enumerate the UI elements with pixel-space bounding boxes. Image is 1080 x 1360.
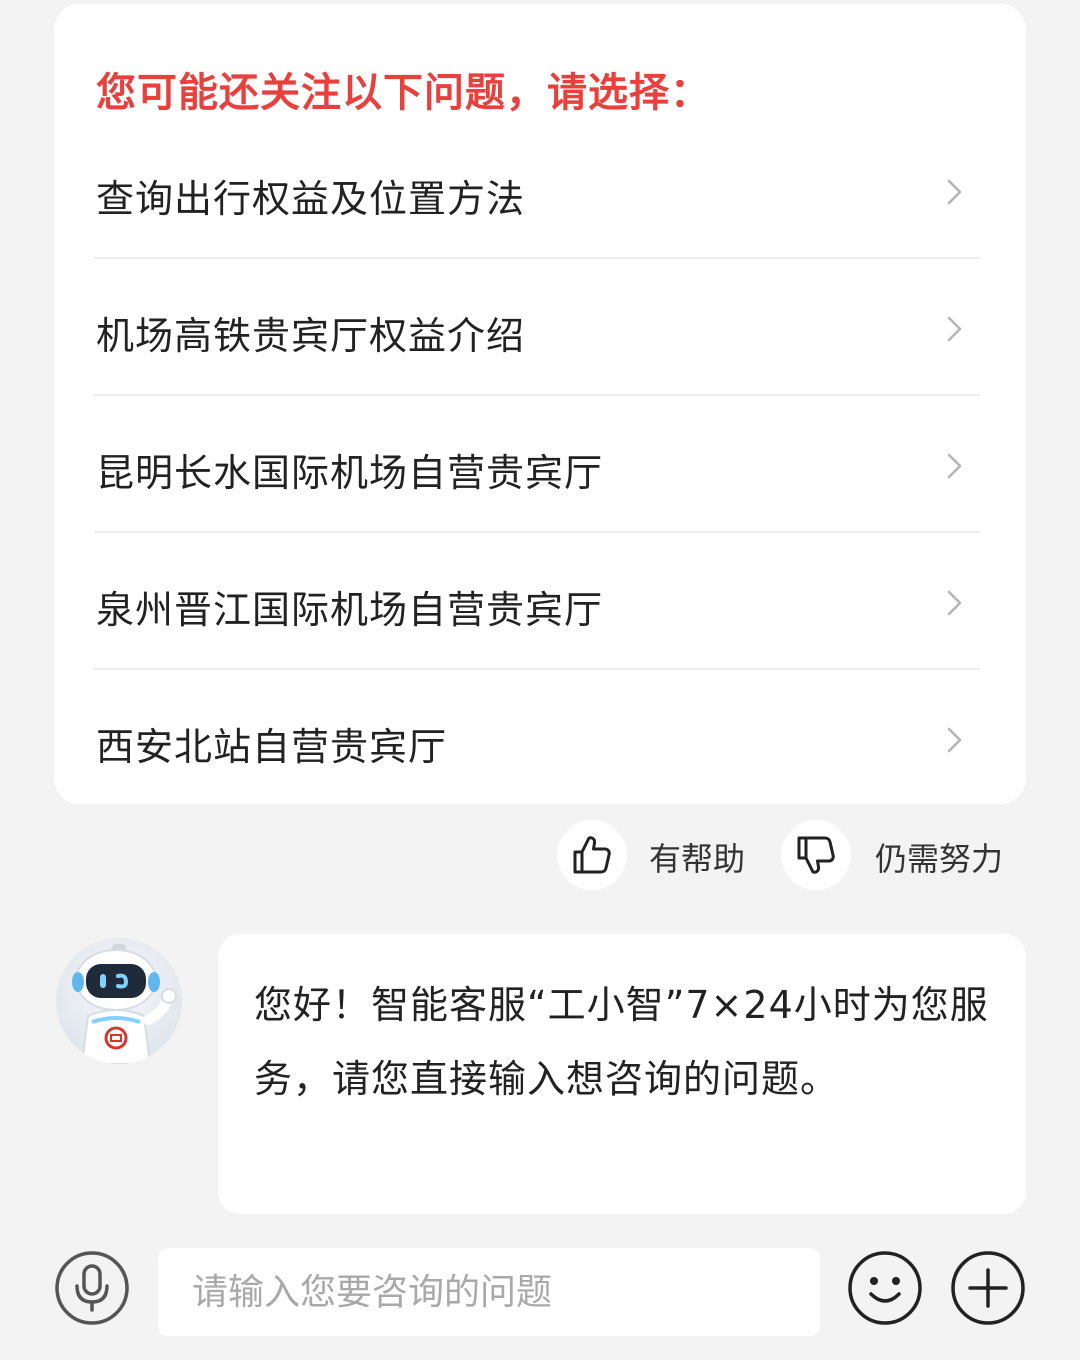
suggestion-item[interactable]: 西安北站自营贵宾厅 (94, 670, 980, 807)
bot-message-bubble: 您好！智能客服“工小智”7×24小时为您服务，请您直接输入想咨询的问题。 (218, 934, 1026, 1214)
suggestion-item[interactable]: 查询出行权益及位置方法 (94, 122, 980, 259)
voice-input-button[interactable] (54, 1250, 130, 1326)
suggestion-label: 查询出行权益及位置方法 (96, 177, 526, 221)
suggestion-item[interactable]: 昆明长水国际机场自营贵宾厅 (94, 396, 980, 533)
suggestion-item[interactable]: 泉州晋江国际机场自营贵宾厅 (94, 533, 980, 670)
microphone-icon (55, 1251, 129, 1325)
thumbs-down-icon (797, 836, 835, 874)
thumbs-down-button[interactable] (781, 820, 851, 890)
chevron-right-icon (947, 590, 962, 616)
suggestion-label: 泉州晋江国际机场自营贵宾厅 (96, 588, 604, 632)
bot-avatar (56, 938, 182, 1064)
suggestion-label: 昆明长水国际机场自营贵宾厅 (96, 451, 604, 495)
suggestion-label: 西安北站自营贵宾厅 (96, 725, 448, 769)
chat-page: 您可能还关注以下问题，请选择： 查询出行权益及位置方法 机场高铁贵宾厅权益介绍 … (0, 0, 1080, 1360)
chevron-right-icon (947, 727, 962, 753)
suggestion-item[interactable]: 机场高铁贵宾厅权益介绍 (94, 259, 980, 396)
chevron-right-icon (947, 316, 962, 342)
more-actions-button[interactable] (950, 1250, 1026, 1326)
chevron-right-icon (947, 453, 962, 479)
unhelpful-label: 仍需努力 (875, 840, 1004, 878)
suggestions-list: 查询出行权益及位置方法 机场高铁贵宾厅权益介绍 昆明长水国际机场自营贵宾厅 泉州… (94, 122, 980, 807)
thumbs-up-icon (573, 836, 611, 874)
bot-message-text: 您好！智能客服“工小智”7×24小时为您服务，请您直接输入想咨询的问题。 (254, 983, 989, 1101)
chevron-right-icon (947, 179, 962, 205)
feedback-unhelpful-button[interactable]: 仍需努力 (781, 820, 1021, 890)
suggestion-label: 机场高铁贵宾厅权益介绍 (96, 314, 526, 358)
suggestions-card: 您可能还关注以下问题，请选择： 查询出行权益及位置方法 机场高铁贵宾厅权益介绍 … (54, 4, 1026, 804)
robot-icon (56, 938, 182, 1064)
feedback-helpful-button[interactable]: 有帮助 (557, 820, 757, 890)
emoji-icon (848, 1251, 922, 1325)
plus-icon (951, 1251, 1025, 1325)
thumbs-up-button[interactable] (557, 820, 627, 890)
helpful-label: 有帮助 (649, 840, 746, 878)
suggestions-title: 您可能还关注以下问题，请选择： (96, 70, 711, 116)
message-input[interactable] (158, 1248, 820, 1336)
emoji-button[interactable] (847, 1250, 923, 1326)
